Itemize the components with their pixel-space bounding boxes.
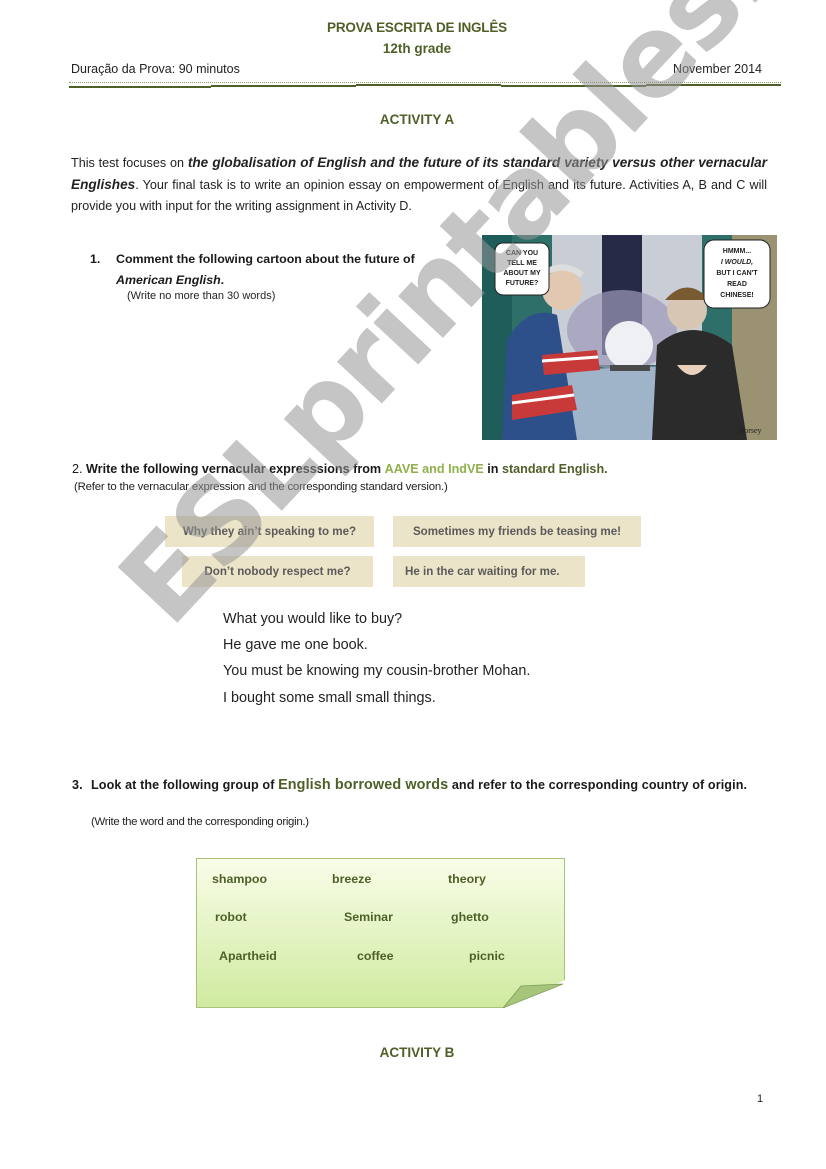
question-1-note: (Write no more than 30 words) [127,290,276,302]
question-3-note: (Write the word and the corresponding or… [91,816,309,828]
indve-expression: You must be knowing my cousin-brother Mo… [223,663,531,679]
borrowed-word: theory [448,872,486,886]
bubble-right-line: I WOULD, [721,259,753,266]
indve-expression: He gave me one book. [223,637,368,653]
bubble-left-line: TELL ME [507,260,537,267]
aave-expression-box: He in the car waiting for me. [393,556,585,587]
cartoon-signature: Horsey [738,426,761,435]
question-1: 1. Comment the following cartoon about th… [90,249,460,291]
question-3: 3. Look at the following group of English… [72,773,764,797]
exam-duration: Duração da Prova: 90 minutos [71,62,240,76]
aave-expression-box: Why they ain’t speaking to me? [165,516,374,547]
highlight-standard-english: standard English. [501,462,608,476]
borrowed-word: robot [215,910,247,924]
question-text-continued: and refer to the corresponding country o… [451,778,748,792]
bubble-left-line: FUTURE? [506,280,539,287]
question-emphasis: American English [116,273,221,287]
question-number: 1. [90,252,101,266]
question-end: . [220,273,225,287]
question-text-in: in [487,462,499,476]
borrowed-word: picnic [469,949,505,963]
question-number: 2. [72,462,83,476]
bubble-right-line: HMMM... [723,248,751,255]
page-number: 1 [757,1093,764,1105]
question-text: Comment the following cartoon about the … [116,252,415,266]
borrowed-word: coffee [357,949,394,963]
question-text: Write the following vernacular expresssi… [86,462,382,476]
header-divider [69,82,781,88]
bubble-right-line: CHINESE! [720,292,753,299]
indve-expression: I bought some small small things. [223,690,436,706]
bubble-right-line: READ [727,281,747,288]
question-2: 2. Write the following vernacular expres… [72,462,608,476]
borrowed-words-note: shampoo breeze theory robot Seminar ghet… [196,858,565,1008]
bubble-left-line: ABOUT MY [503,270,541,277]
bubble-right-line: BUT I CAN'T [716,270,758,277]
intro-paragraph: This test focuses on the globalisation o… [71,152,767,217]
borrowed-word: Apartheid [219,949,277,963]
highlight-aave-indve: AAVE and IndVE [384,462,484,476]
indve-expression: What you would like to buy? [223,611,403,627]
exam-date: November 2014 [673,62,762,76]
activity-a-title: ACTIVITY A [379,112,455,127]
page-curl-icon [503,980,565,1008]
aave-expression-box: Don’t nobody respect me? [182,556,373,587]
question-2-note: (Refer to the vernacular expression and … [74,481,448,493]
borrowed-word: ghetto [451,910,489,924]
intro-text-continued: . Your final task is to write an opinion… [71,178,767,213]
question-number: 3. [72,778,83,792]
question-text: Look at the following group of [91,778,275,792]
borrowed-word: breeze [332,872,372,886]
bubble-left-line: CAN YOU [506,250,538,257]
highlight-borrowed-words: English borrowed words [278,777,449,793]
grade-label: 12th grade [382,41,452,56]
borrowed-word: shampoo [212,872,268,886]
cartoon-image: CAN YOU TELL ME ABOUT MY FUTURE? HMMM...… [482,235,777,440]
aave-expression-box: Sometimes my friends be teasing me! [393,516,641,547]
activity-b-title: ACTIVITY B [379,1045,455,1060]
borrowed-word: Seminar [344,910,393,924]
document-title: PROVA ESCRITA DE INGLÊS [327,20,507,35]
intro-text: This test focuses on [71,156,188,170]
